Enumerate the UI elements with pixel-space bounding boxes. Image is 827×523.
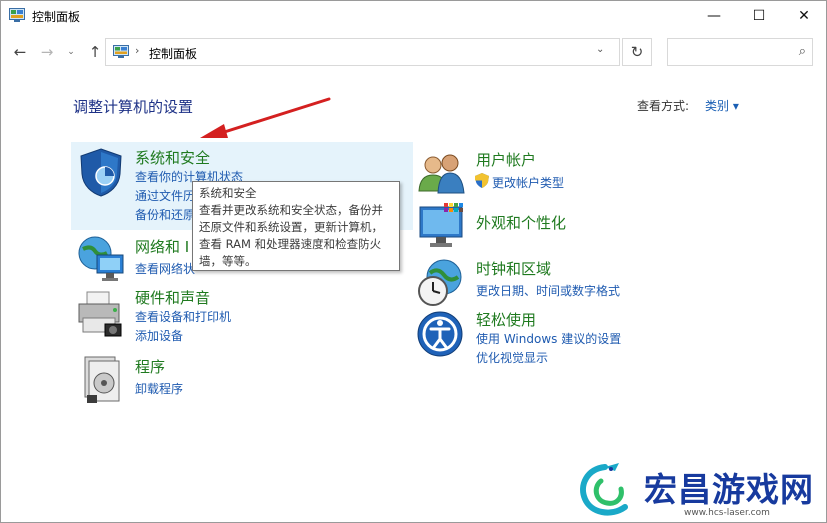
link-optimize-visual-display[interactable]: 优化视觉显示	[476, 349, 548, 366]
window-title: 控制面板	[32, 10, 81, 24]
view-by-dropdown[interactable]: 类别 ▾	[705, 97, 739, 114]
category-title-clock-region[interactable]: 时钟和区域	[476, 258, 551, 279]
tooltip-line: 墙，等等。	[199, 254, 257, 268]
tooltip-line: 还原文件和系统设置，更新计算机，	[199, 220, 383, 234]
link-file-history[interactable]: 通过文件历	[135, 187, 195, 204]
watermark: 宏昌游戏网 www.hcs-laser.com	[571, 457, 827, 523]
recent-locations-button[interactable]: ⌄	[64, 41, 78, 63]
category-title-system-security[interactable]: 系统和安全	[135, 147, 210, 168]
link-uninstall-program[interactable]: 卸载程序	[135, 380, 183, 397]
breadcrumb-control-panel[interactable]: 控制面板	[149, 45, 197, 62]
tooltip-line: 系统和安全	[199, 186, 257, 200]
clock-globe-icon	[418, 259, 462, 306]
users-icon	[418, 154, 465, 194]
network-globe-icon	[78, 236, 124, 281]
ease-of-access-icon	[417, 311, 463, 357]
forward-button[interactable]: →	[37, 41, 57, 63]
category-title-programs[interactable]: 程序	[135, 356, 165, 377]
programs-icon	[84, 356, 120, 403]
link-devices-printers[interactable]: 查看设备和打印机	[135, 308, 231, 325]
link-change-account-type[interactable]: 更改帐户类型	[492, 174, 564, 191]
address-bar[interactable]: › 控制面板 ⌄	[105, 38, 620, 66]
tooltip-line: 查看并更改系统和安全状态，备份并	[199, 203, 383, 217]
control-panel-icon	[9, 8, 25, 22]
back-button[interactable]: ←	[10, 41, 30, 63]
refresh-button[interactable]: ↻	[622, 38, 652, 66]
category-title-appearance[interactable]: 外观和个性化	[476, 212, 566, 233]
view-by-label: 查看方式:	[637, 99, 690, 113]
category-title-network-internet[interactable]: 网络和 I	[135, 236, 189, 257]
maximize-button[interactable]: ☐	[736, 1, 782, 31]
watermark-brand: 宏昌游戏网	[644, 470, 814, 509]
annotation-arrow-icon	[200, 97, 331, 138]
close-button[interactable]: ✕	[781, 1, 827, 31]
control-panel-icon	[113, 45, 129, 58]
category-title-user-accounts[interactable]: 用户帐户	[476, 149, 536, 170]
link-change-date-time-format[interactable]: 更改日期、时间或数字格式	[476, 282, 620, 299]
watermark-url: www.hcs-laser.com	[684, 508, 770, 518]
category-title-ease-of-access[interactable]: 轻松使用	[476, 309, 536, 330]
printer-icon	[78, 291, 122, 337]
breadcrumb-separator[interactable]: ›	[135, 44, 139, 57]
tooltip-line: 查看 RAM 和处理器速度和检查防火	[199, 237, 382, 251]
up-button[interactable]: ↑	[85, 41, 105, 63]
uac-shield-icon	[475, 173, 489, 188]
title-bar: 控制面板 — ☐ ✕	[1, 1, 826, 31]
category-title-hardware-sound[interactable]: 硬件和声音	[135, 287, 210, 308]
category-tooltip: 系统和安全 查看并更改系统和安全状态，备份并 还原文件和系统设置，更新计算机， …	[192, 181, 400, 271]
control-panel-window: 控制面板 — ☐ ✕ ← → ⌄ ↑ › 控制面板 ⌄ ↻ ⌕ 调整计算机的设置…	[0, 0, 827, 523]
minimize-button[interactable]: —	[691, 1, 737, 31]
link-add-device[interactable]: 添加设备	[135, 327, 183, 344]
search-icon[interactable]: ⌕	[799, 44, 806, 59]
page-title: 调整计算机的设置	[73, 98, 194, 116]
link-network-status[interactable]: 查看网络状	[135, 260, 195, 277]
appearance-icon	[419, 203, 463, 247]
dragon-logo-icon	[580, 463, 628, 516]
shield-icon	[80, 148, 122, 197]
search-input[interactable]: ⌕	[667, 38, 813, 66]
link-backup-restore[interactable]: 备份和还原	[135, 206, 195, 223]
address-dropdown-button[interactable]: ⌄	[596, 44, 604, 55]
link-windows-recommended-settings[interactable]: 使用 Windows 建议的设置	[476, 330, 621, 347]
